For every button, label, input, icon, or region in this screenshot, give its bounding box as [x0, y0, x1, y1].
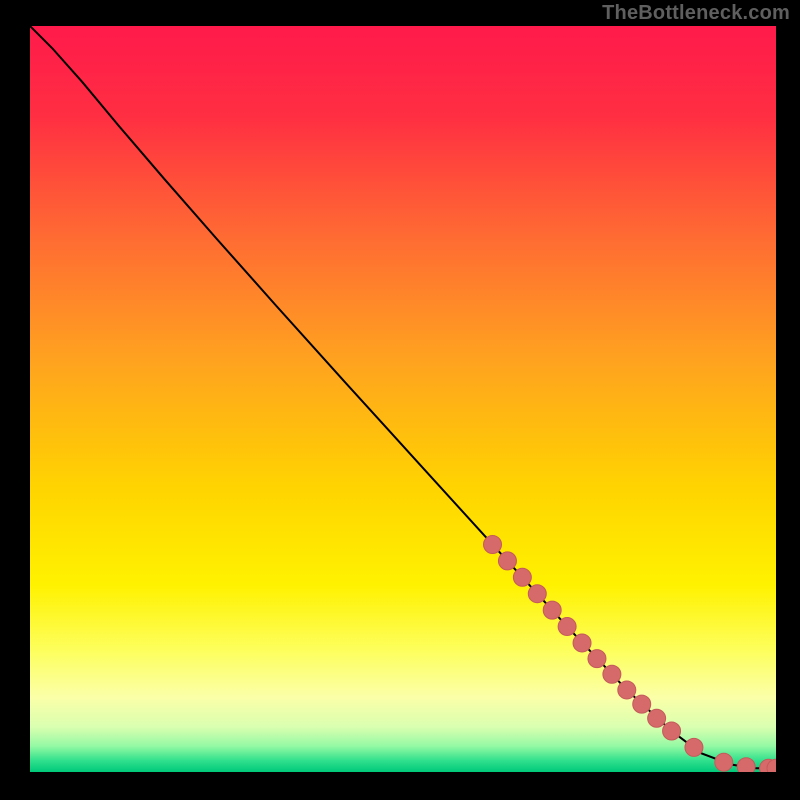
- chart-root: TheBottleneck.com: [0, 0, 800, 800]
- gradient-background: [30, 26, 776, 772]
- marker-point: [543, 601, 561, 619]
- marker-point: [715, 753, 733, 771]
- watermark-text: TheBottleneck.com: [602, 2, 790, 25]
- marker-point: [573, 634, 591, 652]
- marker-point: [588, 650, 606, 668]
- marker-point: [558, 618, 576, 636]
- marker-point: [513, 568, 531, 586]
- marker-point: [484, 535, 502, 553]
- marker-point: [648, 709, 666, 727]
- marker-point: [685, 738, 703, 756]
- marker-point: [528, 585, 546, 603]
- marker-point: [663, 722, 681, 740]
- chart-svg: [30, 26, 776, 772]
- marker-point: [737, 758, 755, 772]
- plot-area: [30, 26, 776, 772]
- marker-point: [498, 552, 516, 570]
- marker-point: [618, 681, 636, 699]
- marker-point: [633, 695, 651, 713]
- marker-point: [603, 665, 621, 683]
